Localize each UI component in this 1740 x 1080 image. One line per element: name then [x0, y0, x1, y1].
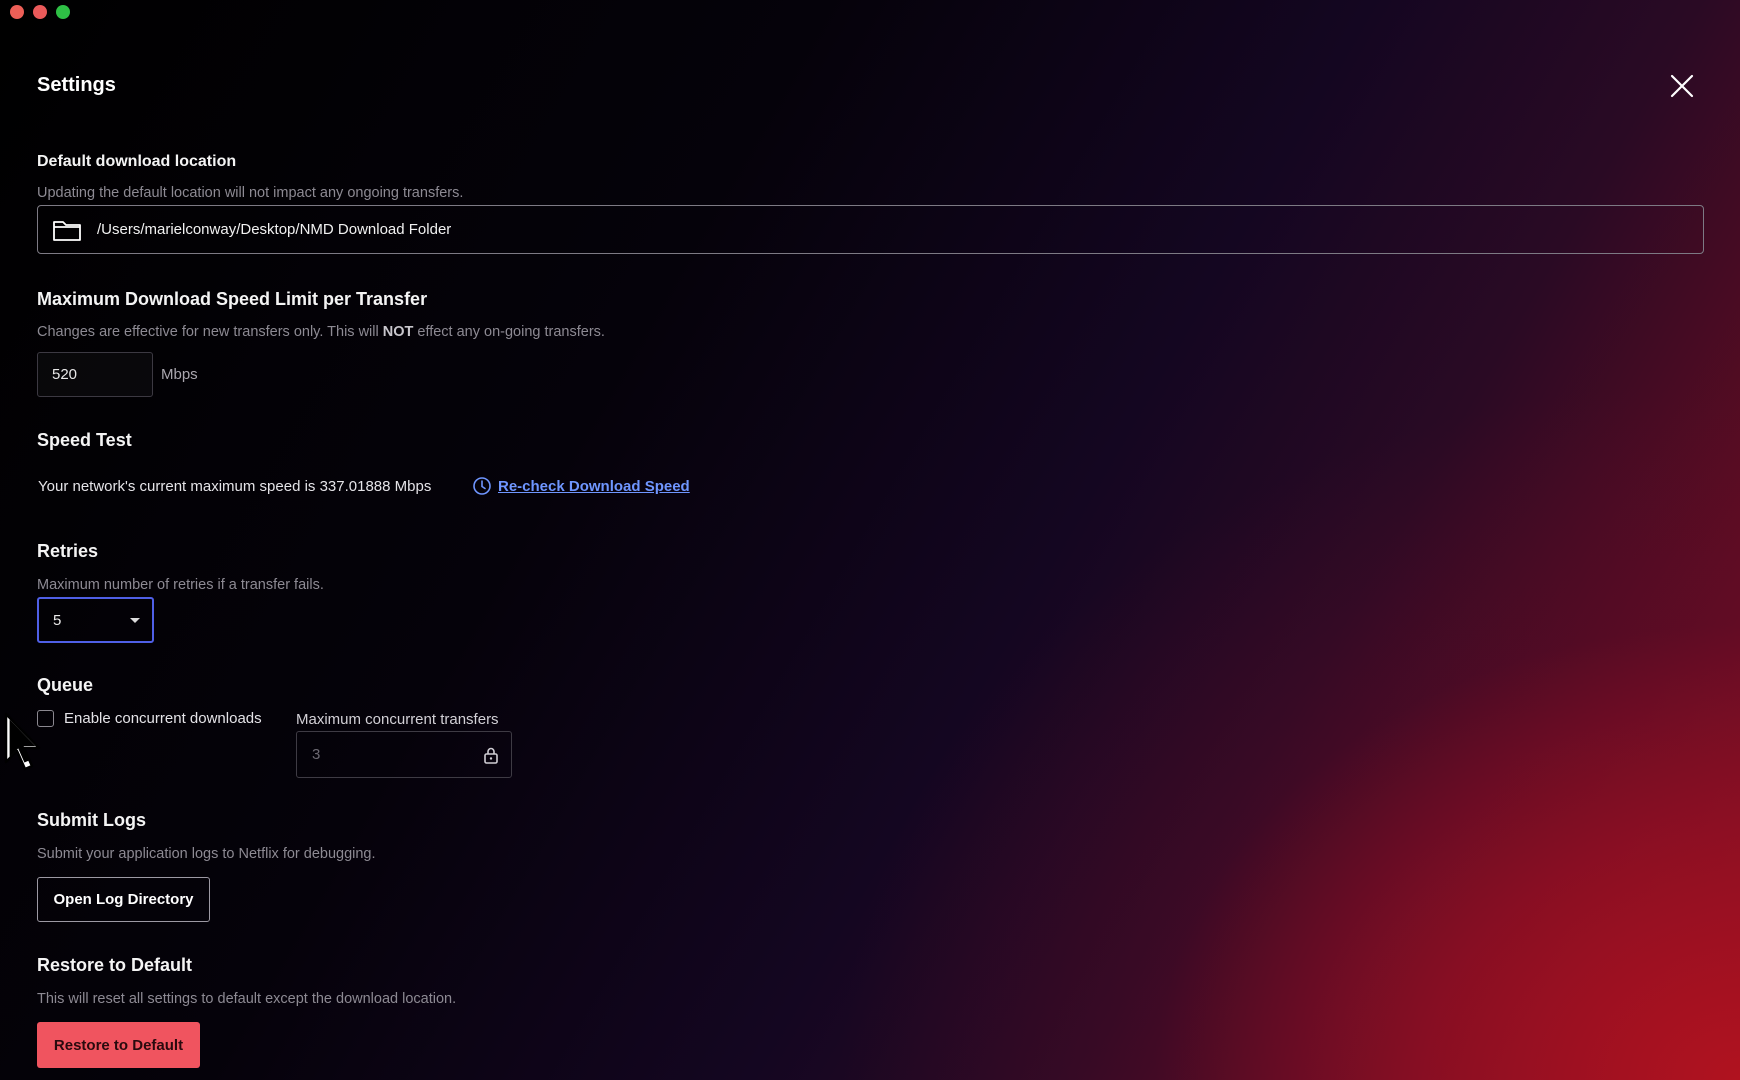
concurrent-downloads-label: Enable concurrent downloads: [64, 710, 262, 727]
window-minimize-button[interactable]: [33, 5, 47, 19]
speed-limit-description: Changes are effective for new transfers …: [37, 324, 605, 340]
speed-limit-unit: Mbps: [161, 366, 198, 383]
window-close-button[interactable]: [10, 5, 24, 19]
window-maximize-button[interactable]: [56, 5, 70, 19]
queue-title: Queue: [37, 675, 94, 695]
page-title: Settings: [37, 74, 116, 96]
open-log-directory-button[interactable]: Open Log Directory: [37, 877, 210, 922]
restore-default-button[interactable]: Restore to Default: [37, 1022, 200, 1068]
speed-test-result: Your network's current maximum speed is …: [38, 478, 432, 495]
close-icon[interactable]: [1668, 72, 1696, 100]
download-location-title: Default download location: [37, 153, 237, 170]
max-concurrent-label: Maximum concurrent transfers: [296, 711, 499, 728]
concurrent-downloads-option[interactable]: Enable concurrent downloads: [37, 710, 262, 727]
download-location-description: Updating the default location will not i…: [37, 185, 464, 201]
recheck-speed-label[interactable]: Re-check Download Speed: [498, 478, 690, 495]
retries-select[interactable]: 5: [37, 597, 154, 643]
window-controls: [10, 5, 70, 19]
mouse-pointer-icon: [4, 712, 41, 771]
folder-icon: [53, 220, 81, 241]
download-location-path: /Users/marielconway/Desktop/NMD Download…: [97, 221, 452, 238]
retries-description: Maximum number of retries if a transfer …: [37, 577, 324, 593]
speed-test-title: Speed Test: [37, 430, 132, 450]
download-location-field[interactable]: /Users/marielconway/Desktop/NMD Download…: [37, 205, 1704, 254]
submit-logs-description: Submit your application logs to Netflix …: [37, 846, 376, 862]
restore-title: Restore to Default: [37, 955, 193, 975]
retries-title: Retries: [37, 541, 99, 561]
max-concurrent-input: 3: [296, 731, 512, 778]
retries-selected-value: 5: [53, 611, 62, 629]
speed-limit-input[interactable]: 520: [37, 352, 153, 397]
recheck-speed-link[interactable]: Re-check Download Speed: [472, 476, 690, 496]
max-concurrent-value: 3: [312, 746, 321, 763]
speed-limit-title: Maximum Download Speed Limit per Transfe…: [37, 289, 428, 309]
chevron-down-icon: [130, 617, 140, 623]
restore-description: This will reset all settings to default …: [37, 991, 457, 1007]
submit-logs-title: Submit Logs: [37, 810, 146, 830]
lock-icon: [484, 747, 498, 764]
clock-icon: [473, 477, 491, 495]
